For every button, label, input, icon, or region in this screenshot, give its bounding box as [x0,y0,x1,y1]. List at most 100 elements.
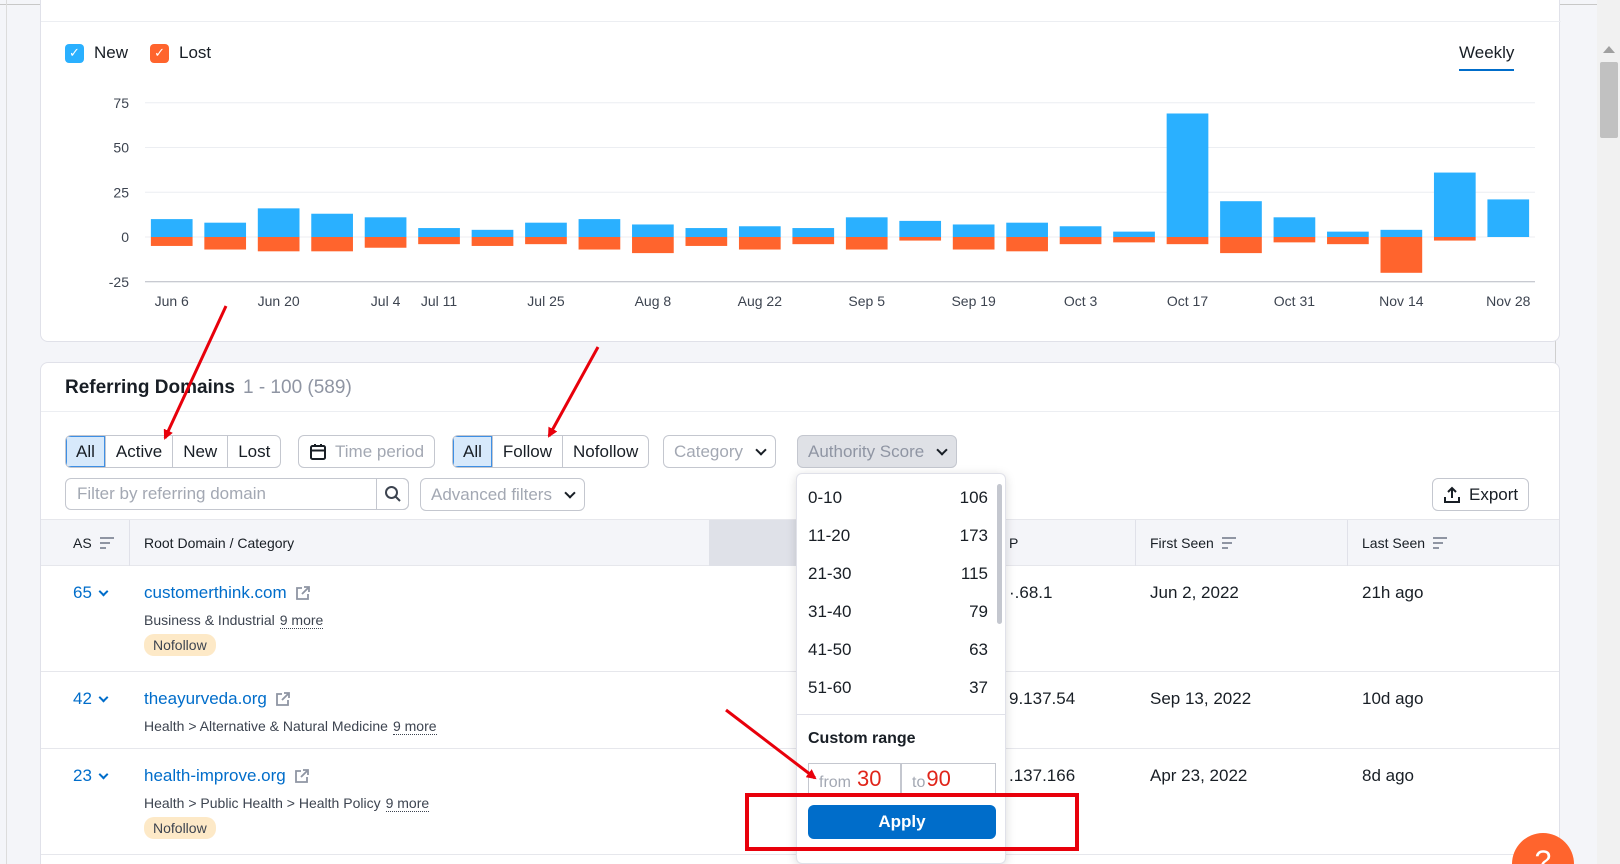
bar-new[interactable] [311,213,353,237]
bar-new[interactable] [1380,229,1423,237]
more-categories-link[interactable]: 9 more [279,612,324,629]
advanced-filters-button[interactable]: Advanced filters [420,478,585,511]
bar-new[interactable] [899,220,942,237]
domain-search-input[interactable]: Filter by referring domain [65,478,409,510]
bar-lost[interactable] [1113,237,1155,243]
bar-lost[interactable] [418,237,460,245]
bar-lost[interactable] [364,237,407,248]
bar-lost[interactable] [845,237,888,250]
authority-score-dropdown[interactable]: Authority Score [797,435,958,468]
bar-lost[interactable] [685,237,728,246]
category-label: Category [674,441,743,461]
bar-lost[interactable] [1059,237,1102,245]
bar-new[interactable] [578,219,621,237]
column-header-ip[interactable]: P [1009,535,1018,551]
authority-score-toggle[interactable]: 23 [73,766,109,786]
bar-lost[interactable] [150,237,193,246]
bar-new[interactable] [525,222,567,237]
bar-new[interactable] [845,217,888,237]
bar-lost[interactable] [257,237,300,252]
bar-new[interactable] [1487,199,1530,237]
bar-lost[interactable] [952,237,995,250]
time-period-button[interactable]: Time period [298,435,436,468]
bar-lost[interactable] [578,237,621,250]
bar-new[interactable] [952,224,995,237]
bar-new[interactable] [632,224,674,237]
filter-nofollow[interactable]: Nofollow [563,436,648,467]
bar-lost[interactable] [632,237,674,254]
filter-all[interactable]: All [66,436,106,467]
bar-lost[interactable] [1273,237,1316,243]
from-value: 30 [857,766,882,791]
bar-new[interactable] [1113,231,1155,237]
bar-lost[interactable] [1006,237,1048,252]
authority-score-toggle[interactable]: 65 [73,583,109,603]
domain-link[interactable]: customerthink.com [144,583,311,603]
x-tick-label: Jul 11 [421,293,458,309]
bar-lost[interactable] [899,237,942,241]
column-header-root-domain[interactable]: Root Domain / Category [144,535,294,551]
bar-lost[interactable] [471,237,514,246]
more-categories-link[interactable]: 9 more [392,718,437,735]
filter-active[interactable]: Active [106,436,174,467]
bar-new[interactable] [1273,217,1316,237]
more-categories-link[interactable]: 9 more [385,795,430,812]
bar-lost[interactable] [525,237,567,245]
bar-lost[interactable] [792,237,835,245]
range-option[interactable]: 41-50 63 [808,640,988,660]
bar-new[interactable] [1166,113,1209,237]
bar-new[interactable] [1433,172,1476,237]
x-tick-label: Sep 5 [848,293,885,309]
filter-all-links[interactable]: All [453,436,493,467]
external-link-icon[interactable] [294,768,310,784]
bar-new[interactable] [1327,231,1369,237]
filter-lost[interactable]: Lost [228,436,280,467]
bar-lost[interactable] [1327,237,1369,245]
bar-new[interactable] [418,228,460,237]
bar-lost[interactable] [1220,237,1262,254]
range-option[interactable]: 51-60 37 [808,678,988,698]
bar-lost[interactable] [738,237,781,250]
column-header-as[interactable]: AS [73,535,114,551]
from-input[interactable]: from 30 [808,763,901,797]
bar-new[interactable] [364,217,407,237]
range-option[interactable]: 21-30 115 [808,564,988,584]
domain-link[interactable]: theayurveda.org [144,689,291,709]
bar-lost[interactable] [204,237,247,250]
bar-lost[interactable] [1433,237,1476,241]
bar-new[interactable] [1220,201,1262,237]
bar-lost[interactable] [311,237,353,252]
bar-new[interactable] [257,208,300,237]
domain-link[interactable]: health-improve.org [144,766,310,786]
range-option[interactable]: 0-10 106 [808,488,988,508]
export-button[interactable]: Export [1432,478,1530,511]
link-type-filter-group: All Follow Nofollow [452,435,650,468]
external-link-icon[interactable] [275,691,291,707]
bar-new[interactable] [1059,226,1102,237]
search-button[interactable] [376,478,409,510]
bar-new[interactable] [150,219,193,237]
x-tick-label: Jun 20 [258,293,300,309]
filter-new[interactable]: New [173,436,229,467]
bar-lost[interactable] [1380,237,1423,273]
to-input[interactable]: to 90 [901,763,996,797]
filter-follow[interactable]: Follow [493,436,564,467]
column-header-last-seen[interactable]: Last Seen [1362,535,1448,551]
external-link-icon[interactable] [295,585,311,601]
dropdown-scrollbar[interactable] [997,484,1002,624]
bar-new[interactable] [471,229,514,237]
bar-new[interactable] [1006,222,1048,237]
bar-new[interactable] [685,228,728,237]
bar-new[interactable] [204,222,247,237]
bar-lost[interactable] [1166,237,1209,245]
category-dropdown[interactable]: Category [663,435,776,468]
x-tick-label: Jun 6 [155,293,189,309]
column-header-first-seen[interactable]: First Seen [1150,535,1236,551]
nofollow-badge: Nofollow [144,634,216,656]
x-tick-label: Oct 3 [1064,293,1098,309]
authority-score-toggle[interactable]: 42 [73,689,109,709]
bar-new[interactable] [738,226,781,237]
range-option[interactable]: 31-40 79 [808,602,988,622]
range-option[interactable]: 11-20 173 [808,526,988,546]
bar-new[interactable] [792,228,835,237]
